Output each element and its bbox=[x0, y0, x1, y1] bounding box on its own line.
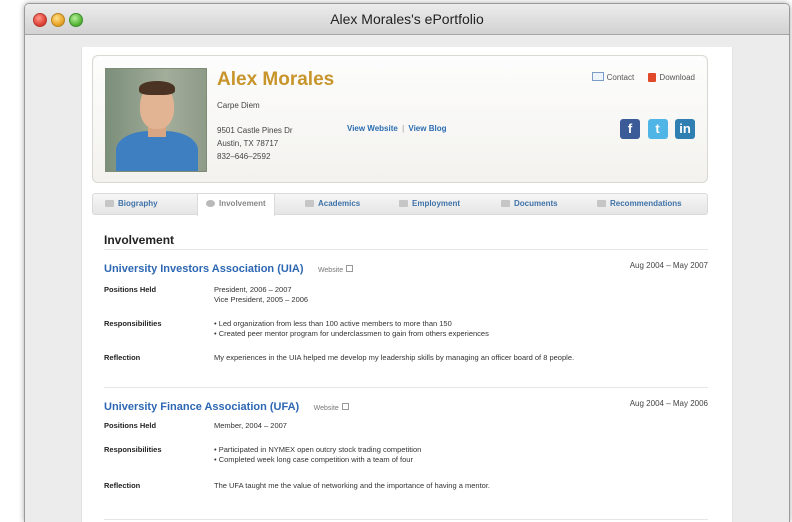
page-viewport: Alex Morales Carpe Diem 9501 Castle Pine… bbox=[25, 35, 789, 522]
download-label: Download bbox=[659, 73, 695, 82]
twitter-icon[interactable]: t bbox=[647, 119, 668, 139]
app-window: Alex Morales's ePortfolio Alex Morales C… bbox=[24, 3, 790, 522]
tab-academics[interactable]: Academics bbox=[305, 194, 360, 214]
site-links: View Website | View Blog bbox=[347, 124, 446, 133]
org-name-link[interactable]: University Investors Association (UIA) bbox=[104, 263, 303, 275]
responsibilities-label: Responsibilities bbox=[104, 319, 162, 328]
divider bbox=[104, 249, 708, 250]
reflection-label: Reflection bbox=[104, 353, 141, 362]
org-name-link[interactable]: University Finance Association (UFA) bbox=[104, 401, 299, 413]
responsibility-item: • Led organization from less than 100 ac… bbox=[214, 319, 452, 328]
view-blog-link[interactable]: View Blog bbox=[408, 124, 446, 133]
positions-row: Positions Held Member, 2004 – 2007 bbox=[104, 421, 708, 435]
positions-label: Positions Held bbox=[104, 285, 157, 294]
org-entry: University Finance Association (UFA) Web… bbox=[104, 397, 708, 493]
tab-label: Biography bbox=[118, 199, 158, 208]
reflection-label: Reflection bbox=[104, 481, 141, 490]
window-title: Alex Morales's ePortfolio bbox=[330, 11, 484, 27]
tab-label: Recommendations bbox=[610, 199, 682, 208]
social-links: f t in bbox=[617, 119, 695, 139]
tab-recommendations[interactable]: Recommendations bbox=[597, 194, 682, 214]
linkedin-icon[interactable]: in bbox=[675, 119, 695, 139]
view-website-link[interactable]: View Website bbox=[347, 124, 398, 133]
title-bar: Alex Morales's ePortfolio bbox=[25, 4, 789, 35]
contact-label: Contact bbox=[606, 73, 635, 82]
briefcase-icon bbox=[399, 200, 408, 207]
tab-biography[interactable]: Biography bbox=[105, 194, 158, 214]
profile-photo bbox=[105, 68, 207, 172]
profile-actions: Contact Download bbox=[580, 72, 695, 82]
profile-card: Alex Morales Carpe Diem 9501 Castle Pine… bbox=[92, 55, 708, 183]
org-website-link[interactable]: Website bbox=[317, 265, 354, 274]
org-header: University Finance Association (UFA) Web… bbox=[104, 397, 708, 415]
responsibility-item: • Participated in NYMEX open outcry stoc… bbox=[214, 445, 422, 454]
facebook-icon[interactable]: f bbox=[620, 119, 641, 139]
profile-name: Alex Morales bbox=[217, 69, 335, 90]
tab-label: Academics bbox=[318, 199, 361, 208]
address-line-1: 9501 Castle Pines Dr bbox=[217, 126, 293, 135]
position-item: Vice President, 2005 – 2006 bbox=[214, 295, 309, 304]
phone-number: 832–646–2592 bbox=[217, 152, 271, 161]
website-label: Website bbox=[317, 267, 344, 274]
download-button[interactable]: Download bbox=[648, 73, 695, 82]
portfolio-page: Alex Morales Carpe Diem 9501 Castle Pine… bbox=[81, 47, 733, 522]
tab-employment[interactable]: Employment bbox=[399, 194, 460, 214]
org-dates: Aug 2004 – May 2006 bbox=[629, 399, 708, 408]
ribbon-icon bbox=[597, 200, 606, 207]
responsibilities-row: Responsibilities • Participated in NYMEX… bbox=[104, 445, 708, 469]
graduation-cap-icon bbox=[305, 200, 314, 207]
org-website-link[interactable]: Website bbox=[313, 403, 349, 412]
reflection-row: Reflection The UFA taught me the value o… bbox=[104, 481, 708, 493]
responsibilities-label: Responsibilities bbox=[104, 445, 162, 454]
pdf-icon bbox=[648, 73, 657, 82]
profile-address: 9501 Castle Pines Dr Austin, TX 78717 83… bbox=[217, 124, 293, 163]
profile-motto: Carpe Diem bbox=[217, 101, 260, 110]
responsibility-item: • Created peer mentor program for underc… bbox=[214, 329, 489, 338]
position-item: President, 2006 – 2007 bbox=[214, 285, 292, 294]
reflection-row: Reflection My experiences in the UIA hel… bbox=[104, 353, 708, 365]
website-label: Website bbox=[313, 405, 339, 412]
org-dates: Aug 2004 – May 2007 bbox=[629, 261, 708, 270]
tab-documents[interactable]: Documents bbox=[501, 194, 558, 214]
address-line-2: Austin, TX 78717 bbox=[217, 139, 279, 148]
external-link-icon bbox=[341, 403, 349, 410]
section-title: Involvement bbox=[104, 233, 175, 247]
globe-icon bbox=[206, 200, 215, 207]
document-icon bbox=[501, 200, 510, 207]
divider bbox=[104, 519, 708, 520]
tab-label: Employment bbox=[412, 199, 461, 208]
divider bbox=[104, 387, 708, 388]
positions-label: Positions Held bbox=[104, 421, 157, 430]
tab-involvement[interactable]: Involvement bbox=[197, 194, 275, 216]
org-entry: University Investors Association (UIA) W… bbox=[104, 259, 708, 365]
link-separator: | bbox=[402, 124, 405, 133]
mail-icon bbox=[591, 72, 604, 81]
position-item: Member, 2004 – 2007 bbox=[214, 421, 287, 430]
external-link-icon bbox=[346, 265, 354, 272]
positions-row: Positions Held President, 2006 – 2007 Vi… bbox=[104, 285, 708, 309]
book-icon bbox=[105, 200, 114, 207]
section-tabs: Biography Involvement Academics Employme… bbox=[92, 193, 708, 216]
tab-label: Documents bbox=[514, 199, 558, 208]
responsibility-item: • Completed week long case competition w… bbox=[214, 455, 413, 464]
responsibilities-row: Responsibilities • Led organization from… bbox=[104, 319, 708, 343]
reflection-text: My experiences in the UIA helped me deve… bbox=[214, 353, 575, 362]
org-header: University Investors Association (UIA) W… bbox=[104, 259, 708, 277]
tab-label: Involvement bbox=[219, 199, 266, 208]
contact-button[interactable]: Contact bbox=[591, 72, 635, 82]
reflection-text: The UFA taught me the value of networkin… bbox=[214, 481, 490, 490]
